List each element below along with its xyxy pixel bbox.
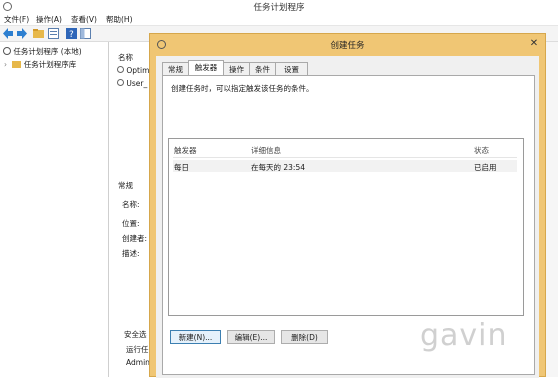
folder-icon — [12, 61, 22, 68]
tab-conditions[interactable]: 条件 — [249, 62, 276, 75]
new-trigger-button[interactable]: 新建(N)... — [170, 330, 221, 344]
task-detail: 常规 名称: 位置: 创建者: 描述: 安全选 运行任 Admin — [112, 178, 152, 377]
menu-action[interactable]: 操作(A) — [36, 14, 62, 25]
window-titlebar: 任务计划程序 — [0, 0, 558, 13]
folder-icon[interactable] — [33, 28, 44, 39]
clock-icon — [117, 79, 124, 86]
help-icon[interactable]: ? — [66, 28, 77, 40]
menu-help[interactable]: 帮助(H) — [106, 14, 133, 25]
detail-label-author: 创建者: — [122, 234, 148, 243]
delete-trigger-button[interactable]: 删除(D) — [281, 330, 328, 344]
panel-icon[interactable] — [80, 28, 91, 39]
close-icon[interactable]: ✕ — [527, 37, 541, 51]
table-row[interactable]: 每日 在每天的 23:54 已启用 — [173, 160, 517, 172]
triggers-table: 触发器 详细信息 状态 每日 在每天的 23:54 已启用 — [168, 138, 524, 316]
admin-label: Admin — [126, 358, 150, 367]
tab-actions[interactable]: 操作 — [223, 62, 250, 75]
list-item[interactable]: User_ — [117, 79, 147, 88]
svg-text:?: ? — [69, 30, 74, 39]
security-label: 安全选 — [124, 330, 147, 339]
watermark: gavin — [420, 318, 508, 353]
back-arrow-icon[interactable] — [3, 28, 14, 39]
list-item[interactable]: Optim — [117, 66, 149, 75]
detail-tab-general[interactable]: 常规 — [118, 180, 133, 191]
detail-label-location: 位置: — [122, 219, 140, 228]
menu-file[interactable]: 文件(F) — [4, 14, 29, 25]
tree-root-label: 任务计划程序 (本地) — [13, 47, 82, 56]
cell-details: 在每天的 23:54 — [251, 163, 305, 172]
clock-icon — [3, 47, 11, 55]
triggers-description: 创建任务时，可以指定触发该任务的条件。 — [171, 84, 314, 93]
navigation-tree: 任务计划程序 (本地) › 任务计划程序库 — [0, 42, 109, 377]
column-trigger[interactable]: 触发器 — [174, 145, 197, 156]
task-list: 名称 Optim User_ — [112, 42, 153, 176]
properties-icon[interactable] — [48, 28, 59, 39]
window-title: 任务计划程序 — [253, 3, 305, 13]
cell-status: 已启用 — [474, 163, 497, 172]
header-divider — [173, 157, 517, 158]
tree-root[interactable]: 任务计划程序 (本地) — [3, 46, 82, 57]
tab-triggers[interactable]: 触发器 — [188, 60, 224, 75]
detail-label-name: 名称: — [122, 200, 140, 209]
forward-arrow-icon[interactable] — [16, 28, 27, 39]
clock-icon — [117, 66, 124, 73]
edit-trigger-button[interactable]: 编辑(E)... — [227, 330, 275, 344]
column-details[interactable]: 详细信息 — [251, 145, 281, 156]
menu-view[interactable]: 查看(V) — [71, 14, 97, 25]
tab-general[interactable]: 常规 — [162, 62, 189, 75]
detail-label-description: 描述: — [122, 249, 140, 258]
tab-settings[interactable]: 设置 — [275, 62, 308, 75]
dialog-titlebar: 创建任务 ✕ — [150, 34, 545, 56]
menubar: 文件(F) 操作(A) 查看(V) 帮助(H) — [0, 13, 558, 26]
tree-library-label: 任务计划程序库 — [23, 60, 77, 69]
column-status[interactable]: 状态 — [474, 145, 489, 156]
cell-trigger: 每日 — [174, 163, 189, 172]
list-header-name[interactable]: 名称 — [118, 52, 133, 63]
dialog-title: 创建任务 — [330, 41, 365, 51]
run-label: 运行任 — [126, 345, 149, 354]
tree-library[interactable]: › 任务计划程序库 — [4, 59, 76, 70]
expand-chevron-icon[interactable]: › — [4, 60, 7, 69]
